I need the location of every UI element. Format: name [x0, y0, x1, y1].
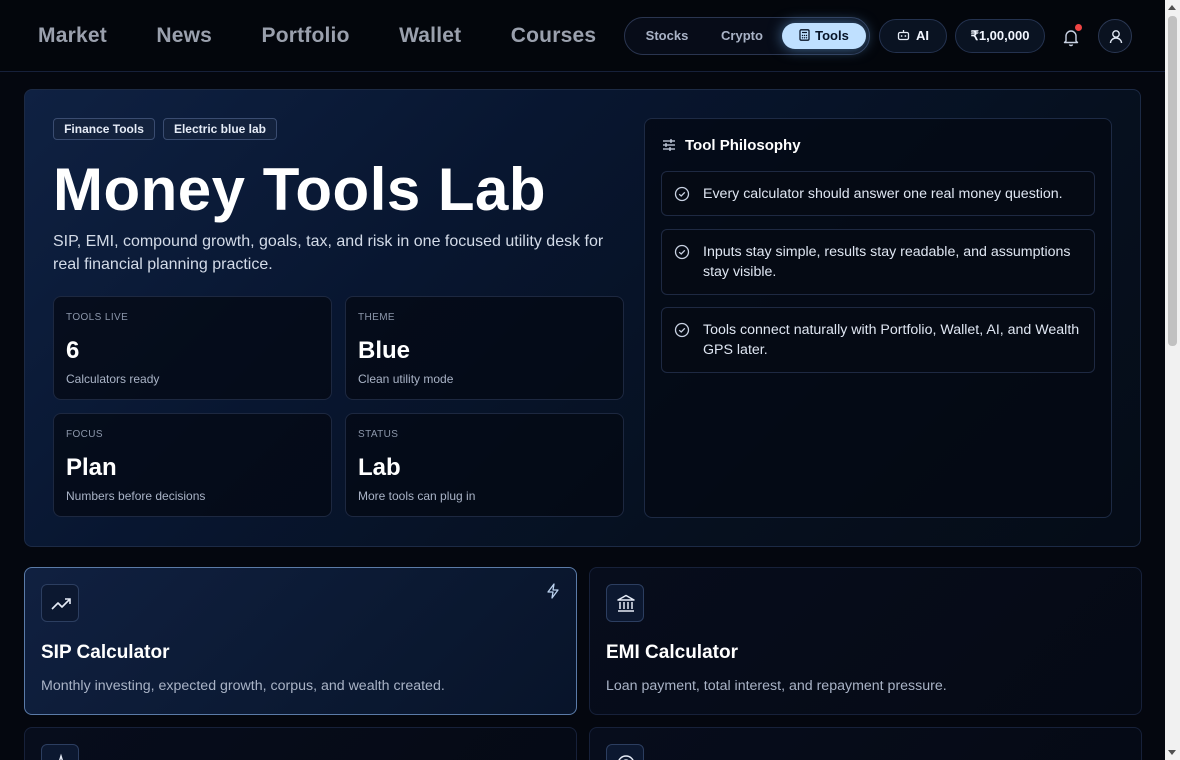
market-segment-switch: Stocks Crypto Tools [624, 17, 870, 55]
target-icon [618, 755, 634, 760]
check-circle-icon [674, 322, 690, 338]
trending-up-icon [51, 598, 71, 610]
stat-label: FOCUS [66, 429, 103, 440]
bolt-icon [547, 583, 559, 599]
scroll-up-icon[interactable] [1168, 5, 1176, 10]
stat-value: Plan [66, 454, 117, 481]
stat-value: 6 [66, 337, 80, 364]
tool-card-sip[interactable]: SIP Calculator Monthly investing, expect… [24, 567, 577, 715]
tool-description: Loan payment, total interest, and repaym… [606, 678, 947, 694]
segment-tools-label: Tools [815, 28, 849, 43]
tool-card-partial[interactable] [24, 727, 577, 760]
stat-caption: Numbers before decisions [66, 489, 206, 503]
robot-icon [897, 30, 910, 41]
philosophy-title: Tool Philosophy [685, 137, 801, 154]
segment-tools[interactable]: Tools [782, 23, 866, 49]
scroll-down-icon[interactable] [1168, 750, 1176, 755]
calculator-icon [799, 29, 810, 41]
nav-portfolio[interactable]: Portfolio [261, 24, 349, 48]
main-nav: Market News Portfolio Wallet Courses [38, 24, 598, 50]
balance-pill[interactable]: ₹1,00,000 [955, 19, 1045, 53]
ai-button[interactable]: AI [879, 19, 947, 53]
profile-button[interactable] [1098, 19, 1132, 53]
philosophy-text: Tools connect naturally with Portfolio, … [703, 322, 1080, 358]
nav-courses[interactable]: Courses [511, 24, 596, 48]
sliders-icon [663, 139, 675, 151]
stat-card-tools-live: TOOLS LIVE 6 Calculators ready [53, 296, 332, 400]
scrollbar[interactable] [1165, 0, 1180, 760]
segment-crypto[interactable]: Crypto [709, 23, 775, 49]
philosophy-text: Inputs stay simple, results stay readabl… [703, 244, 1071, 280]
user-icon [1109, 30, 1123, 44]
tool-icon-box [41, 584, 79, 622]
top-bar: Market News Portfolio Wallet Courses Sto… [0, 0, 1165, 72]
page-subtitle: SIP, EMI, compound growth, goals, tax, a… [53, 233, 604, 273]
segment-stocks[interactable]: Stocks [633, 23, 701, 49]
philosophy-item: Inputs stay simple, results stay readabl… [661, 229, 1095, 295]
philosophy-text: Every calculator should answer one real … [703, 186, 1063, 202]
tool-name: SIP Calculator [41, 642, 170, 663]
bank-icon [617, 594, 635, 612]
stat-caption: Calculators ready [66, 372, 160, 386]
tag-electric-blue-lab: Electric blue lab [163, 118, 277, 140]
page-title: Money Tools Lab [53, 156, 547, 223]
scrollbar-thumb[interactable] [1168, 16, 1177, 346]
tool-icon-box [606, 744, 644, 760]
philosophy-item: Tools connect naturally with Portfolio, … [661, 307, 1095, 373]
ai-label: AI [916, 28, 929, 43]
tool-name: EMI Calculator [606, 642, 738, 663]
tool-card-partial[interactable] [589, 727, 1142, 760]
stat-card-focus: FOCUS Plan Numbers before decisions [53, 413, 332, 517]
nav-wallet[interactable]: Wallet [399, 24, 461, 48]
tool-icon-box [41, 744, 79, 760]
tag-finance-tools: Finance Tools [53, 118, 155, 140]
stat-card-status: STATUS Lab More tools can plug in [345, 413, 624, 517]
check-circle-icon [674, 186, 690, 202]
nav-news[interactable]: News [156, 24, 212, 48]
stat-card-theme: THEME Blue Clean utility mode [345, 296, 624, 400]
stat-caption: More tools can plug in [358, 489, 476, 503]
philosophy-item: Every calculator should answer one real … [661, 171, 1095, 216]
tool-icon-box [606, 584, 644, 622]
stat-label: THEME [358, 312, 395, 323]
check-circle-icon [674, 244, 690, 260]
stat-value: Lab [358, 454, 401, 481]
tool-card-emi[interactable]: EMI Calculator Loan payment, total inter… [589, 567, 1142, 715]
notification-dot [1075, 24, 1082, 31]
stat-label: STATUS [358, 429, 399, 440]
stat-value: Blue [358, 337, 411, 364]
nav-market[interactable]: Market [38, 24, 107, 48]
tool-description: Monthly investing, expected growth, corp… [41, 678, 445, 694]
stat-label: TOOLS LIVE [66, 312, 129, 323]
stat-caption: Clean utility mode [358, 372, 454, 386]
sparkle-icon [59, 753, 63, 760]
